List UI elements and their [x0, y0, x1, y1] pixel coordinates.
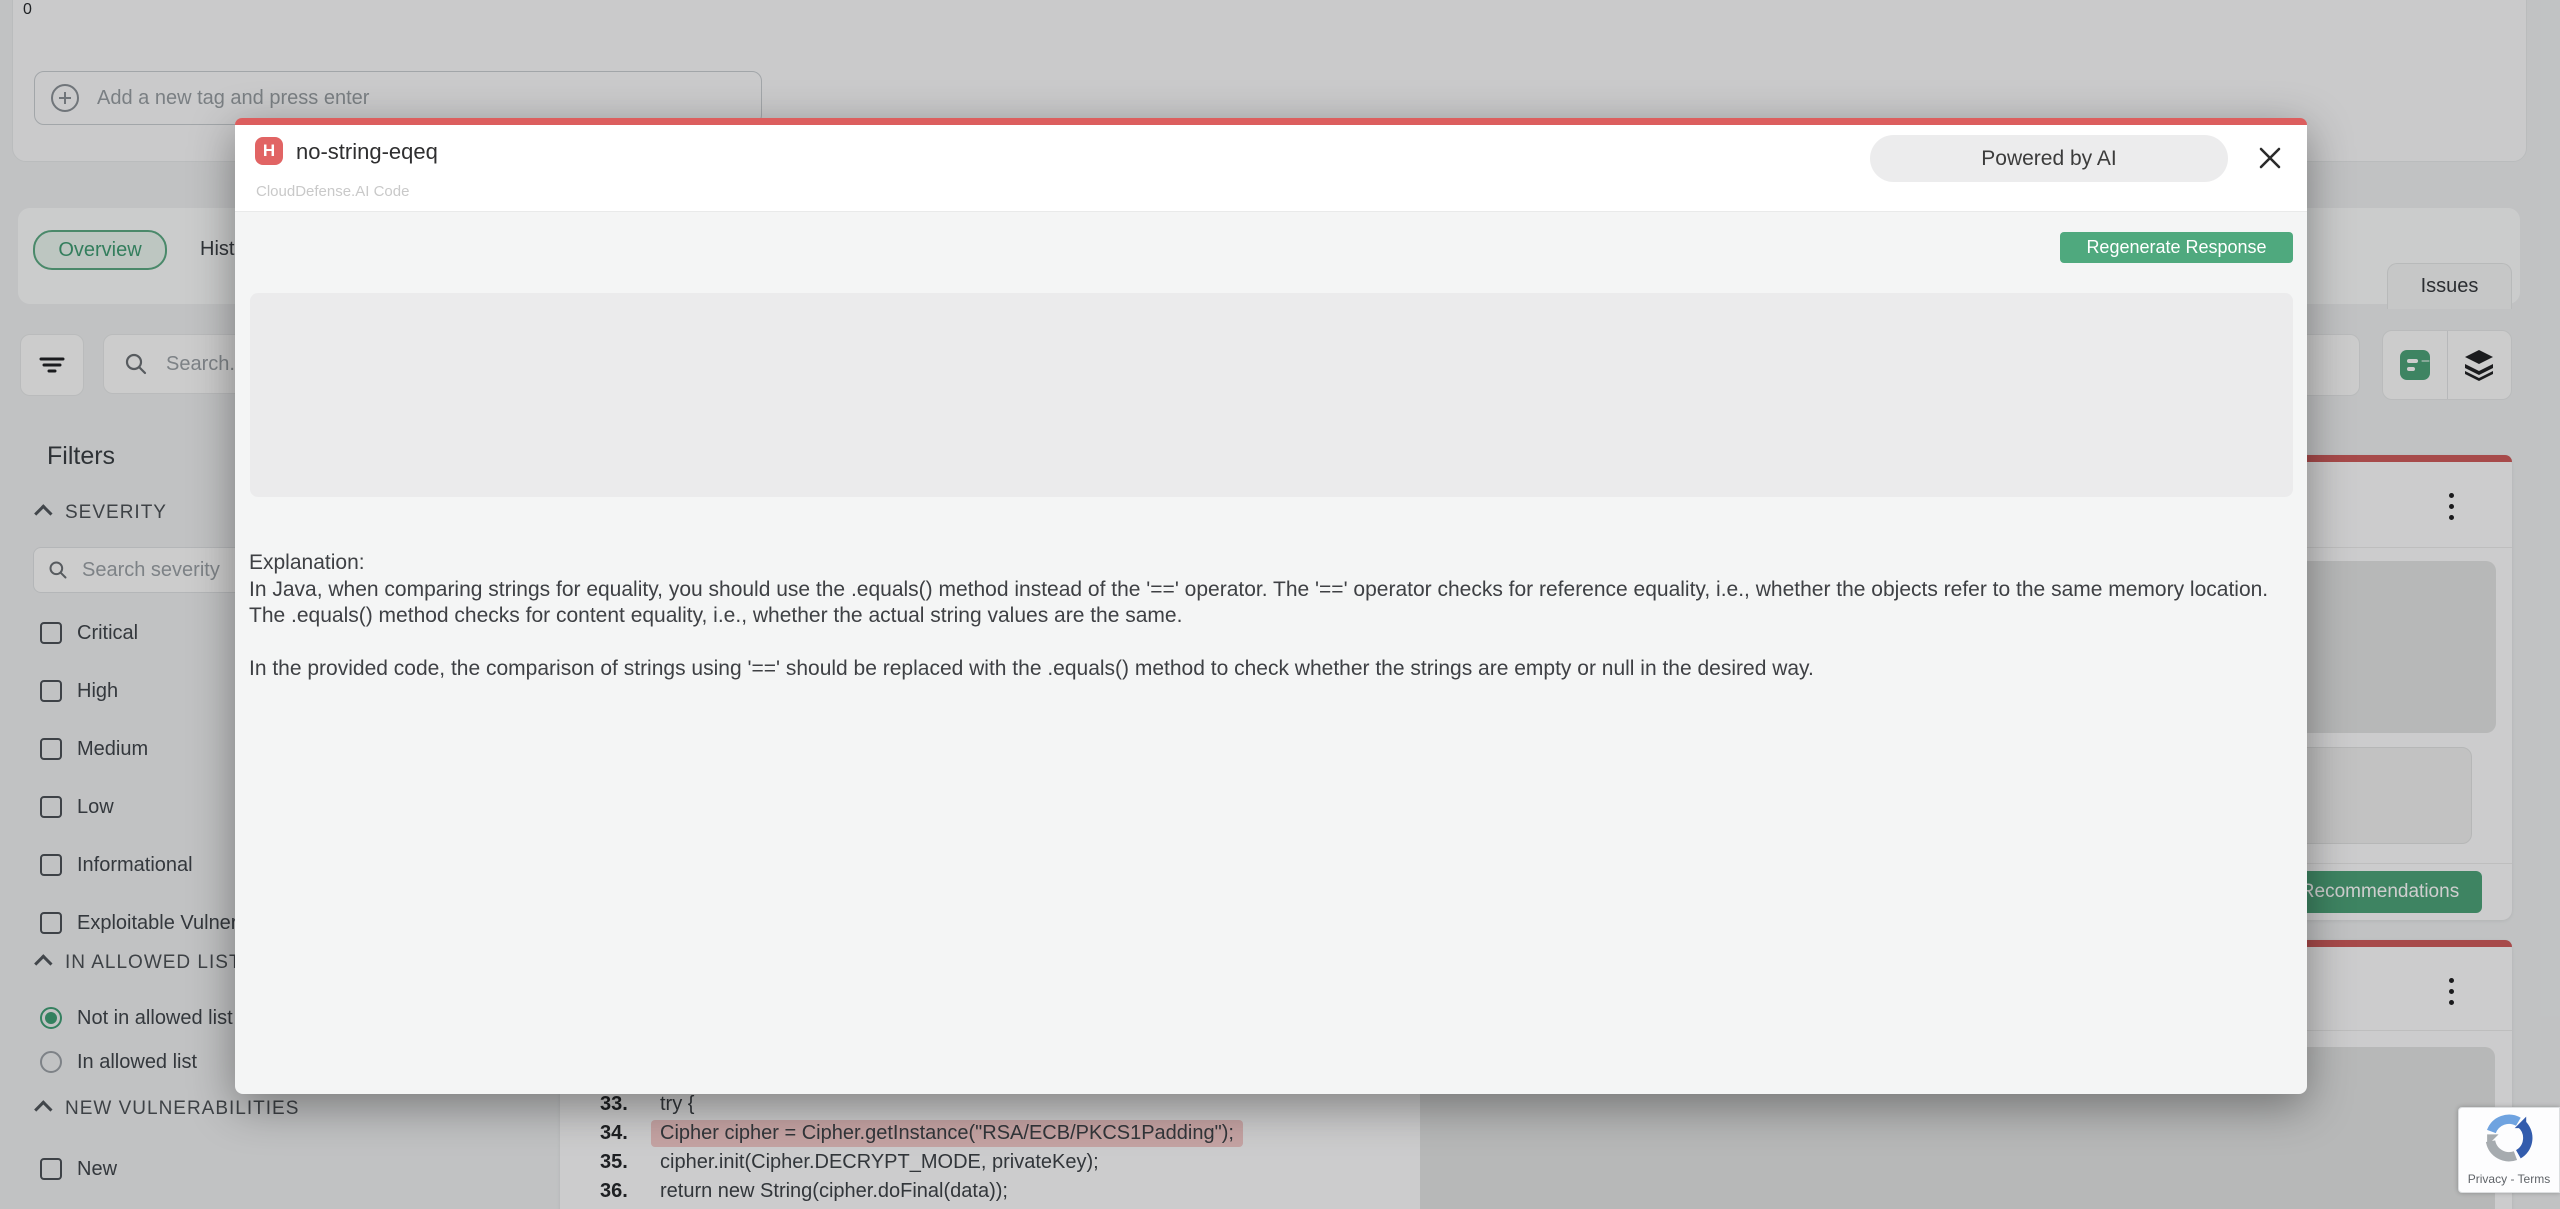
- powered-by-ai-label: Powered by AI: [1981, 147, 2116, 171]
- close-icon[interactable]: [2250, 138, 2290, 178]
- explanation-paragraph-2: In the provided code, the comparison of …: [249, 656, 2295, 683]
- modal-title: no-string-eqeq: [296, 139, 438, 165]
- explanation-section: Explanation: In Java, when comparing str…: [249, 550, 2295, 682]
- recaptcha-privacy-terms[interactable]: Privacy - Terms: [2468, 1172, 2550, 1186]
- ai-fix-modal: H no-string-eqeq CloudDefense.AI Code Po…: [235, 118, 2307, 1094]
- suggested-code-block: [250, 293, 2293, 497]
- regenerate-response-button[interactable]: Regenerate Response: [2060, 232, 2293, 263]
- modal-header: H no-string-eqeq CloudDefense.AI Code Po…: [235, 125, 2307, 212]
- modal-subtitle: CloudDefense.AI Code: [256, 183, 409, 200]
- severity-badge: H: [255, 137, 283, 165]
- powered-by-ai-badge: Powered by AI: [1870, 135, 2228, 182]
- recaptcha-badge[interactable]: Privacy - Terms: [2458, 1107, 2560, 1193]
- screen: 0 Overview History Issues: [0, 0, 2560, 1209]
- explanation-paragraph-1: In Java, when comparing strings for equa…: [249, 577, 2295, 630]
- explanation-heading: Explanation:: [249, 550, 2295, 577]
- recaptcha-logo: [2484, 1113, 2534, 1163]
- modal-accent-bar: [235, 118, 2307, 125]
